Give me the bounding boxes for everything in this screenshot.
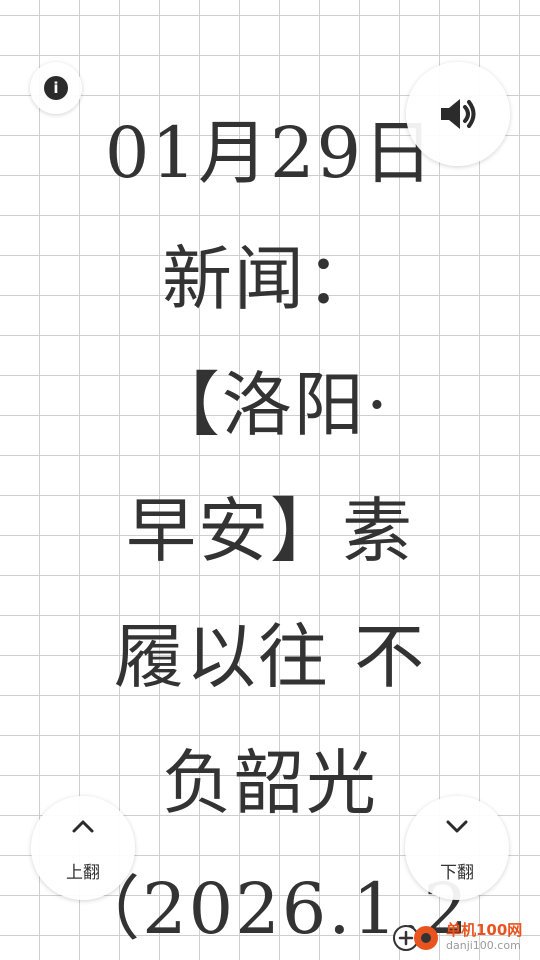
page-down-label: 下翻 (440, 863, 474, 883)
chevron-down-icon (446, 820, 468, 833)
info-button[interactable]: i (30, 62, 82, 114)
watermark-brand: 单机100网 (446, 921, 523, 939)
text-line: 【洛阳· (149, 364, 391, 446)
page-down-button[interactable]: 下翻 (405, 796, 509, 900)
site-watermark: 单机100网 danji100.com (390, 916, 540, 960)
text-line: 早安】素 (126, 490, 414, 572)
page-up-button[interactable]: 上翻 (31, 796, 135, 900)
watermark-logo-icon (392, 920, 442, 956)
page-up-label: 上翻 (66, 863, 100, 883)
info-icon: i (44, 76, 68, 100)
text-line: 新闻： (162, 238, 378, 320)
text-line: 履以往 不 (113, 616, 427, 698)
reader-screen: 01月29日 新闻： 【洛阳· 早安】素 履以往 不 负韶光 （2026.1.2… (0, 0, 540, 960)
read-aloud-button[interactable] (406, 62, 510, 166)
watermark-domain: danji100.com (446, 939, 521, 952)
chevron-up-icon (72, 820, 94, 833)
speaker-icon (441, 99, 476, 129)
